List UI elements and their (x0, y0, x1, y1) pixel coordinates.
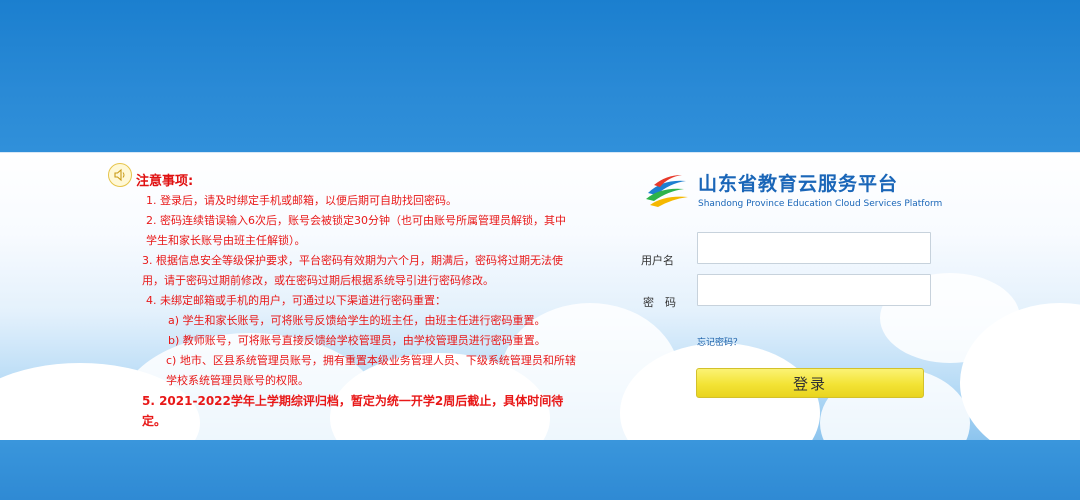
notice-item: 3. 根据信息安全等级保护要求，平台密码有效期为六个月，期满后，密码将过期无法使… (142, 254, 563, 287)
speaker-icon (108, 163, 132, 187)
notice-title: 注意事项: (136, 174, 194, 189)
login-button[interactable]: 登录 (696, 368, 924, 398)
password-input[interactable] (697, 274, 931, 306)
username-input[interactable] (697, 232, 931, 264)
platform-title: 山东省教育云服务平台 (698, 173, 899, 195)
notice-subitem: c) 地市、区县系统管理员账号，拥有重置本级业务管理人员、下级系统管理员和所辖学… (166, 354, 576, 387)
notice-subitem: a) 学生和家长账号，可将账号反馈给学生的班主任，由班主任进行密码重置。 (168, 314, 546, 327)
platform-logo-icon (646, 175, 688, 207)
forgot-password-link[interactable]: 忘记密码？ (697, 335, 742, 348)
notice-subitem: b) 教师账号，可将账号直接反馈给学校管理员，由学校管理员进行密码重置。 (168, 334, 546, 347)
footer-band (0, 440, 1080, 500)
platform-subtitle: Shandong Province Education Cloud Servic… (698, 199, 943, 209)
header-band (0, 0, 1080, 152)
notice-item: 5. 2021-2022学年上学期综评归档，暂定为统一开学2周后截止，具体时间待… (142, 394, 564, 428)
notice-item: 1. 登录后，请及时绑定手机或邮箱，以便后期可自助找回密码。 (146, 194, 457, 207)
username-label: 用户名 (641, 254, 674, 267)
platform-logo: 山东省教育云服务平台 Shandong Province Education C… (644, 169, 944, 217)
password-label: 密 码 (643, 296, 676, 309)
login-panel: 注意事项: 1. 登录后，请及时绑定手机或邮箱，以便后期可自助找回密码。 2. … (0, 152, 1080, 441)
notice-item: 4. 未绑定邮箱或手机的用户，可通过以下渠道进行密码重置： (146, 294, 446, 307)
notice-item: 2. 密码连续错误输入6次后，账号会被锁定30分钟（也可由账号所属管理员解锁，其… (146, 214, 566, 247)
notice-list: 1. 登录后，请及时绑定手机或邮箱，以便后期可自助找回密码。 2. 密码连续错误… (142, 191, 576, 431)
